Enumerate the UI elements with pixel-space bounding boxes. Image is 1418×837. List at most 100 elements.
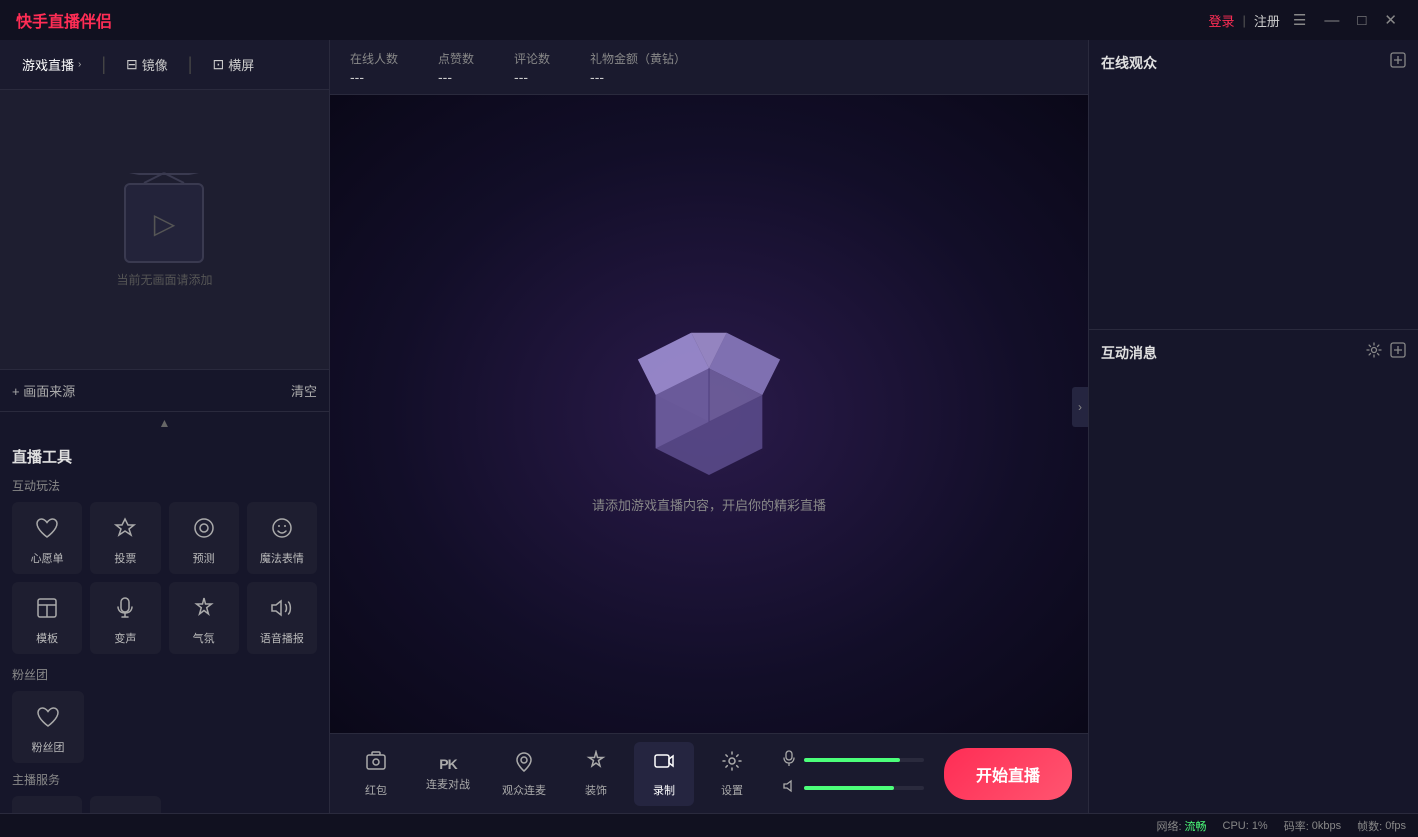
decoration-icon <box>585 750 607 778</box>
volume-controls <box>770 750 936 798</box>
tool-fans-group[interactable]: 粉丝团 <box>12 691 84 763</box>
collapse-chevron[interactable]: ▲ <box>0 412 329 434</box>
toolbar-pk[interactable]: PK 连麦对战 <box>414 748 482 800</box>
interaction-expand-icon[interactable] <box>1390 342 1406 363</box>
speaker-slider-track[interactable] <box>804 786 924 790</box>
predict-icon <box>188 512 220 544</box>
chevron-up-icon: ▲ <box>159 416 171 430</box>
tool-template[interactable]: 模板 <box>12 582 82 654</box>
center-panel: 在线人数 --- 点赞数 --- 评论数 --- 礼物金额（黄钻） --- <box>330 40 1088 813</box>
tools-grid-interactive: 心愿单 投票 预测 <box>12 502 317 654</box>
interaction-messages-section: 互动消息 <box>1089 330 1418 813</box>
tool-wishlist[interactable]: 心愿单 <box>12 502 82 574</box>
mic-slider-fill <box>804 758 900 762</box>
nav-game-live-label: 游戏直播 <box>22 55 74 74</box>
right-panel: 在线观众 互动消息 <box>1088 40 1418 813</box>
redpacket-icon <box>365 750 387 778</box>
tool-template-label: 模板 <box>36 630 58 646</box>
source-controls: + 画面来源 清空 <box>0 370 329 412</box>
host-tools-grid: ... ... <box>12 796 317 813</box>
nav-landscape-label: 横屏 <box>228 55 254 74</box>
stat-comments: 评论数 --- <box>514 50 550 85</box>
tool-host-2[interactable]: ... <box>90 796 160 813</box>
online-viewers-title: 在线观众 <box>1101 53 1157 73</box>
fans-section: 粉丝团 粉丝团 <box>12 666 317 763</box>
stat-online-value: --- <box>350 69 398 85</box>
tool-voice-change-label: 变声 <box>114 630 136 646</box>
status-bar: 网络: 流畅 CPU: 1% 码率: 0kbps 帧数: 0fps <box>0 813 1418 837</box>
nav-landscape[interactable]: ⊡ 横屏 <box>202 49 264 80</box>
nav-game-live[interactable]: 游戏直播 › <box>12 49 91 80</box>
status-bitrate-label: 码率: <box>1284 818 1309 834</box>
toolbar-settings[interactable]: 设置 <box>702 742 762 806</box>
stat-gift-value: --- <box>590 69 686 85</box>
stat-online: 在线人数 --- <box>350 50 398 85</box>
empty-box-illustration <box>619 315 799 475</box>
interaction-settings-icon[interactable] <box>1366 342 1382 363</box>
tool-atmosphere[interactable]: 气氛 <box>169 582 239 654</box>
mic-slider-track[interactable] <box>804 758 924 762</box>
canvas-area: ▷ 当前无画面请添加 <box>0 90 329 370</box>
auth-separator: | <box>1243 13 1246 28</box>
collapse-right-panel-button[interactable]: › <box>1072 387 1088 427</box>
stat-gift: 礼物金额（黄钻） --- <box>590 50 686 85</box>
register-button[interactable]: 注册 <box>1254 11 1280 30</box>
host-services-title: 主播服务 <box>12 771 317 788</box>
tool-atmosphere-label: 气氛 <box>193 630 215 646</box>
toolbar-decoration[interactable]: 装饰 <box>566 742 626 806</box>
toolbar-decoration-label: 装饰 <box>585 782 607 798</box>
speaker-icon <box>782 779 796 798</box>
stat-likes: 点赞数 --- <box>438 50 474 85</box>
login-button[interactable]: 登录 <box>1208 11 1234 30</box>
fans-group-label: 粉丝团 <box>32 739 65 755</box>
tool-host-1[interactable]: ... <box>12 796 82 813</box>
toolbar-pk-label: 连麦对战 <box>426 776 470 792</box>
mic-volume-row <box>782 750 924 771</box>
nav-mirror-label: 镜像 <box>142 55 168 74</box>
status-fps-value: 0fps <box>1385 820 1406 832</box>
video-area: 请添加游戏直播内容，开启你的精彩直播 <box>330 95 1088 733</box>
maximize-button[interactable]: □ <box>1352 12 1371 29</box>
tool-predict-label: 预测 <box>193 550 215 566</box>
video-hint-text: 请添加游戏直播内容，开启你的精彩直播 <box>592 495 826 514</box>
nav-mirror[interactable]: ⊟ 镜像 <box>116 49 178 80</box>
voice-broadcast-icon <box>266 592 298 624</box>
atmosphere-icon <box>188 592 220 624</box>
fans-grid: 粉丝团 <box>12 691 317 763</box>
toolbar-settings-label: 设置 <box>721 782 743 798</box>
canvas-hint-text: 当前无画面请添加 <box>116 271 212 288</box>
left-nav: 游戏直播 › | ⊟ 镜像 | ⊡ 横屏 <box>0 40 329 90</box>
add-source-button[interactable]: + 画面来源 <box>12 381 75 400</box>
menu-button[interactable]: ☰ <box>1288 11 1311 29</box>
tool-voice-change[interactable]: 变声 <box>90 582 160 654</box>
status-fps: 帧数: 0fps <box>1357 818 1406 834</box>
settings-icon <box>721 750 743 778</box>
canvas-placeholder: ▷ 当前无画面请添加 <box>116 171 212 288</box>
tv-placeholder-icon: ▷ <box>124 183 204 263</box>
toolbar-record[interactable]: 录制 <box>634 742 694 806</box>
nav-divider-1: | <box>101 54 106 75</box>
clear-button[interactable]: 清空 <box>291 381 317 400</box>
toolbar-redpacket[interactable]: 红包 <box>346 742 406 806</box>
toolbar-audience-link[interactable]: 观众连麦 <box>490 742 558 806</box>
stat-comments-value: --- <box>514 69 550 85</box>
speaker-slider-fill <box>804 786 894 790</box>
voice-change-icon <box>109 592 141 624</box>
start-live-button[interactable]: 开始直播 <box>944 748 1072 800</box>
host-icon-2 <box>109 806 141 813</box>
tool-voice-broadcast[interactable]: 语音播报 <box>247 582 317 654</box>
stats-bar: 在线人数 --- 点赞数 --- 评论数 --- 礼物金额（黄钻） --- <box>330 40 1088 95</box>
tool-vote[interactable]: 投票 <box>90 502 160 574</box>
status-bitrate-value: 0kbps <box>1312 820 1341 832</box>
toolbar-record-label: 录制 <box>653 782 675 798</box>
play-icon: ▷ <box>154 207 176 240</box>
status-network-label: 网络: <box>1156 818 1181 834</box>
interaction-title: 互动消息 <box>1101 343 1157 363</box>
minimize-button[interactable]: — <box>1319 12 1344 29</box>
tool-predict[interactable]: 预测 <box>169 502 239 574</box>
online-viewers-expand-icon[interactable] <box>1390 52 1406 73</box>
tool-magic-emoji[interactable]: 魔法表情 <box>247 502 317 574</box>
magic-emoji-icon <box>266 512 298 544</box>
app-title: 快手直播伴侣 <box>16 8 112 32</box>
close-button[interactable]: ✕ <box>1379 11 1402 29</box>
